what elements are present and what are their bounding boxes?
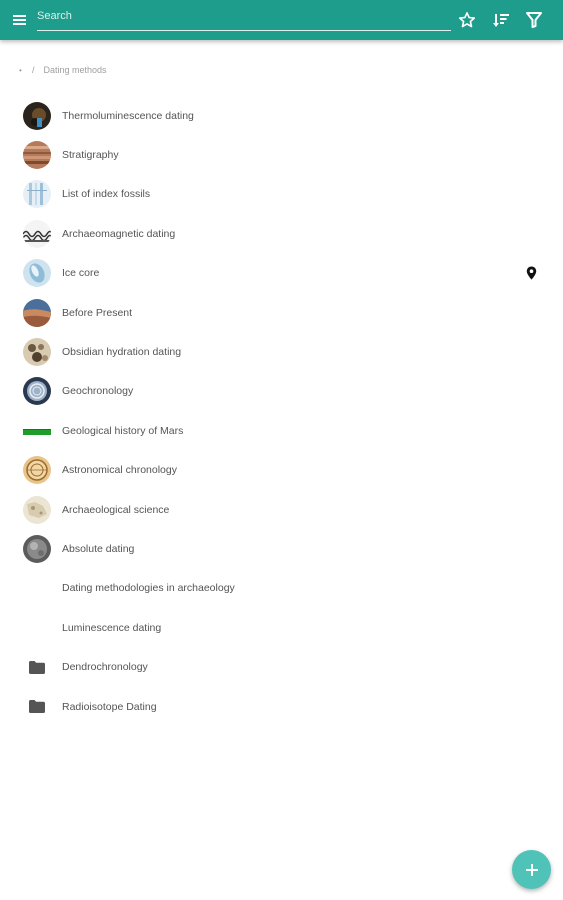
breadcrumb: • / Dating methods <box>19 63 107 77</box>
list-item[interactable]: Geological history of Mars <box>0 411 563 450</box>
list-item[interactable]: Obsidian hydration dating <box>0 332 563 371</box>
location-pin-icon[interactable] <box>526 266 537 280</box>
filter-icon[interactable] <box>524 10 544 30</box>
app-bar <box>0 0 563 40</box>
item-label: Dendrochronology <box>62 661 148 674</box>
search-field <box>37 6 451 31</box>
list-item[interactable]: Absolute dating <box>0 529 563 568</box>
menu-icon[interactable] <box>10 11 30 29</box>
item-thumbnail <box>23 338 51 367</box>
list-item[interactable]: Archaeological science <box>0 490 563 529</box>
item-label: Astronomical chronology <box>62 464 177 477</box>
item-thumbnail <box>23 141 51 170</box>
list-item[interactable]: Dendrochronology <box>0 647 563 686</box>
folder-icon <box>29 700 45 714</box>
item-thumbnail <box>23 219 51 248</box>
list-item[interactable]: Luminescence dating <box>0 608 563 647</box>
list-item[interactable]: Before Present <box>0 293 563 332</box>
add-button[interactable] <box>512 850 551 889</box>
item-thumbnail <box>23 298 51 327</box>
item-label: Stratigraphy <box>62 149 119 162</box>
list-item[interactable]: Stratigraphy <box>0 135 563 174</box>
folder-icon <box>29 660 45 674</box>
item-thumbnail <box>23 495 51 524</box>
item-label: Absolute dating <box>62 542 135 555</box>
item-label: Geochronology <box>62 385 134 398</box>
item-thumbnail <box>23 456 51 485</box>
list-item[interactable]: Geochronology <box>0 372 563 411</box>
item-label: Before Present <box>62 306 133 319</box>
breadcrumb-current: Dating methods <box>43 65 107 75</box>
star-icon[interactable] <box>457 10 477 30</box>
list-item[interactable]: Radioisotope Dating <box>0 687 563 726</box>
plus-icon <box>525 863 538 876</box>
list-item[interactable]: Archaeomagnetic dating <box>0 214 563 253</box>
item-label: Obsidian hydration dating <box>62 346 182 359</box>
item-thumbnail <box>23 534 51 563</box>
item-label: Archaeomagnetic dating <box>62 227 176 240</box>
item-label: Thermoluminescence dating <box>62 109 194 122</box>
item-label: Ice core <box>62 267 100 280</box>
item-thumbnail <box>23 259 51 288</box>
item-label: Geological history of Mars <box>62 424 184 437</box>
list-item[interactable]: Dating methodologies in archaeology <box>0 569 563 608</box>
list-item[interactable]: Ice core <box>0 254 563 293</box>
item-thumbnail <box>23 377 51 406</box>
item-label: Dating methodologies in archaeology <box>62 582 235 595</box>
item-thumbnail <box>23 416 51 445</box>
item-label: Radioisotope Dating <box>62 700 157 713</box>
list-item[interactable]: Astronomical chronology <box>0 451 563 490</box>
item-list: Thermoluminescence dating Stratigraphy L <box>0 96 563 726</box>
item-thumbnail <box>23 180 51 209</box>
list-item[interactable]: Thermoluminescence dating <box>0 96 563 135</box>
sort-icon[interactable] <box>491 10 511 30</box>
search-input[interactable] <box>37 6 451 31</box>
breadcrumb-root[interactable]: • <box>19 66 27 75</box>
list-item[interactable]: List of index fossils <box>0 175 563 214</box>
item-label: Luminescence dating <box>62 621 162 634</box>
breadcrumb-separator: / <box>32 65 35 75</box>
item-label: Archaeological science <box>62 503 170 516</box>
item-thumbnail <box>23 101 51 130</box>
item-label: List of index fossils <box>62 188 151 201</box>
